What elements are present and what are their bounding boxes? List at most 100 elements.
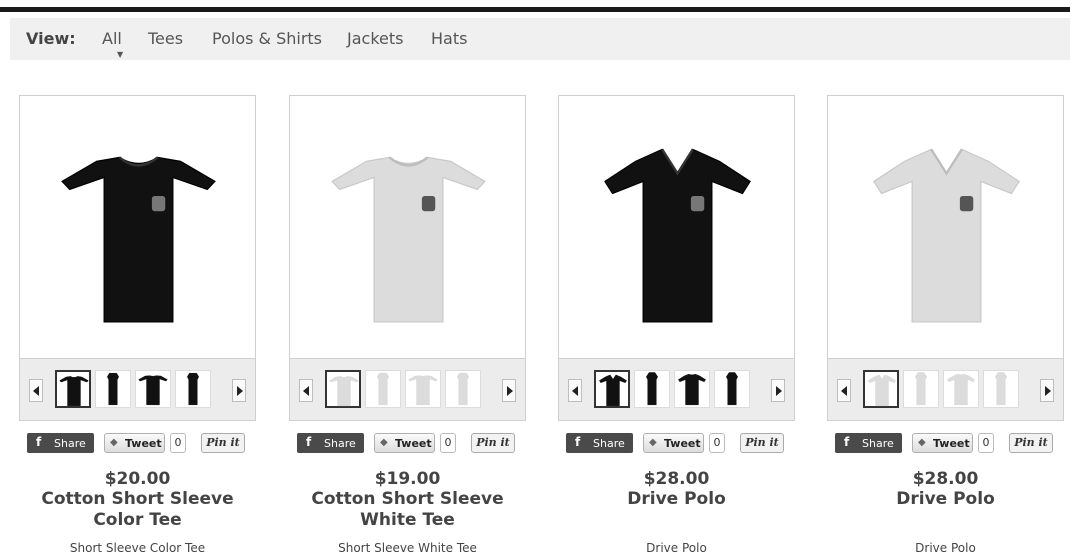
thumbnail-side-alt[interactable]: [175, 370, 211, 408]
pinterest-pin-button[interactable]: Pin it: [201, 433, 245, 453]
garment-body: [331, 156, 486, 323]
thumbnail-back[interactable]: [943, 370, 979, 408]
tweet-count: 0: [170, 433, 186, 453]
tweet-button[interactable]: ◆ Tweet: [643, 433, 704, 453]
thumbnail-back[interactable]: [405, 370, 441, 408]
product-card: f Share ◆ Tweet 0 Pin it $20.00 Cotton Sho…: [19, 95, 256, 555]
facebook-icon: f: [306, 435, 312, 449]
thumbnail-carousel: [19, 358, 256, 421]
tweet-button[interactable]: ◆ Tweet: [912, 433, 973, 453]
carousel-prev-arrow-icon[interactable]: [837, 379, 851, 402]
thumbnail-front[interactable]: [594, 370, 630, 408]
product-card: f Share ◆ Tweet 0 Pin it $28.00 Drive Polo…: [558, 95, 795, 555]
active-filter-caret-icon: ▼: [117, 50, 124, 59]
product-image[interactable]: [19, 95, 256, 358]
pinterest-pin-button[interactable]: Pin it: [1009, 433, 1053, 453]
thumbnail-carousel: [558, 358, 795, 421]
share-label: Share: [593, 437, 625, 450]
chest-emblem: [959, 195, 974, 212]
thumbnail-garment: [726, 372, 738, 406]
carousel-next-arrow-icon[interactable]: [1040, 379, 1054, 402]
tweet-button[interactable]: ◆ Tweet: [374, 433, 435, 453]
carousel-prev-arrow-icon[interactable]: [299, 379, 313, 402]
product-subtitle: Drive Polo: [915, 541, 976, 555]
thumbnail-back[interactable]: [674, 370, 710, 408]
thumbnail-garment: [107, 372, 119, 406]
tweet-count: 0: [709, 433, 725, 453]
filter-jackets[interactable]: Jackets: [347, 29, 403, 48]
chest-emblem: [690, 195, 705, 212]
facebook-share-button[interactable]: f Share: [27, 433, 94, 453]
social-share-row: f Share ◆ Tweet 0 Pin it: [827, 431, 1064, 455]
twitter-bird-icon: ◆: [380, 437, 388, 448]
tweet-label: Tweet: [395, 437, 432, 450]
thumbnail-side-alt[interactable]: [983, 370, 1019, 408]
tweet-label: Tweet: [125, 437, 162, 450]
carousel-next-arrow-icon[interactable]: [502, 379, 516, 402]
carousel-prev-arrow-icon[interactable]: [568, 379, 582, 402]
thumbnail-garment: [868, 374, 896, 407]
product-name[interactable]: Cotton Short Sleeve Color Tee: [19, 489, 256, 531]
product-subtitle: Drive Polo: [646, 541, 707, 555]
facebook-share-button[interactable]: f Share: [835, 433, 902, 453]
facebook-share-button[interactable]: f Share: [297, 433, 364, 453]
thumbnail-carousel: [827, 358, 1064, 421]
facebook-share-button[interactable]: f Share: [566, 433, 633, 453]
facebook-icon: f: [36, 435, 42, 449]
chest-emblem: [421, 195, 436, 212]
share-label: Share: [324, 437, 356, 450]
thumbnail-garment: [947, 374, 975, 406]
twitter-bird-icon: ◆: [110, 437, 118, 448]
product-card: f Share ◆ Tweet 0 Pin it $28.00 Drive Polo…: [827, 95, 1064, 555]
tweet-button[interactable]: ◆ Tweet: [104, 433, 165, 453]
share-label: Share: [862, 437, 894, 450]
garment-illustration: [331, 156, 486, 323]
filter-polos-shirts[interactable]: Polos & Shirts: [212, 29, 322, 48]
product-price: $28.00: [643, 469, 710, 489]
filter-hats[interactable]: Hats: [431, 29, 467, 48]
thumbnail-garment: [377, 372, 389, 406]
top-border: [0, 7, 1070, 12]
thumbnail-garment: [408, 375, 438, 406]
product-image[interactable]: [289, 95, 526, 358]
product-image[interactable]: [558, 95, 795, 358]
product-name[interactable]: Drive Polo: [558, 489, 795, 510]
garment-illustration: [873, 148, 1020, 323]
thumbnail-side[interactable]: [634, 370, 670, 408]
product-price: $19.00: [374, 469, 441, 489]
thumbnail-garment: [187, 372, 199, 406]
twitter-bird-icon: ◆: [918, 437, 926, 448]
thumbnail-garment: [915, 372, 927, 406]
facebook-icon: f: [575, 435, 581, 449]
thumbnail-side[interactable]: [903, 370, 939, 408]
carousel-prev-arrow-icon[interactable]: [29, 379, 43, 402]
category-filter-bar: View: All ▼ Tees Polos & Shirts Jackets …: [10, 18, 1070, 60]
thumbnail-back[interactable]: [135, 370, 171, 408]
product-image[interactable]: [827, 95, 1064, 358]
thumbnail-side[interactable]: [95, 370, 131, 408]
thumbnail-front[interactable]: [325, 370, 361, 408]
thumbnail-front[interactable]: [55, 370, 91, 408]
thumbnail-carousel: [289, 358, 526, 421]
thumbnail-side-alt[interactable]: [714, 370, 750, 408]
thumbnail-side-alt[interactable]: [445, 370, 481, 408]
product-name[interactable]: Drive Polo: [827, 489, 1064, 510]
carousel-next-arrow-icon[interactable]: [771, 379, 785, 402]
tweet-count: 0: [978, 433, 994, 453]
product-price: $20.00: [104, 469, 171, 489]
filter-all[interactable]: All: [102, 29, 122, 48]
thumbnail-front[interactable]: [863, 370, 899, 408]
thumbnail-garment: [599, 374, 627, 407]
thumbnail-side[interactable]: [365, 370, 401, 408]
carousel-next-arrow-icon[interactable]: [232, 379, 246, 402]
tweet-count: 0: [440, 433, 456, 453]
social-share-row: f Share ◆ Tweet 0 Pin it: [19, 431, 256, 455]
share-label: Share: [54, 437, 86, 450]
product-name[interactable]: Cotton Short Sleeve White Tee: [289, 489, 526, 531]
thumbnail-garment: [457, 372, 469, 406]
pinterest-pin-button[interactable]: Pin it: [471, 433, 515, 453]
product-price: $28.00: [912, 469, 979, 489]
thumbnail-garment: [995, 372, 1007, 406]
filter-tees[interactable]: Tees: [148, 29, 183, 48]
pinterest-pin-button[interactable]: Pin it: [740, 433, 784, 453]
